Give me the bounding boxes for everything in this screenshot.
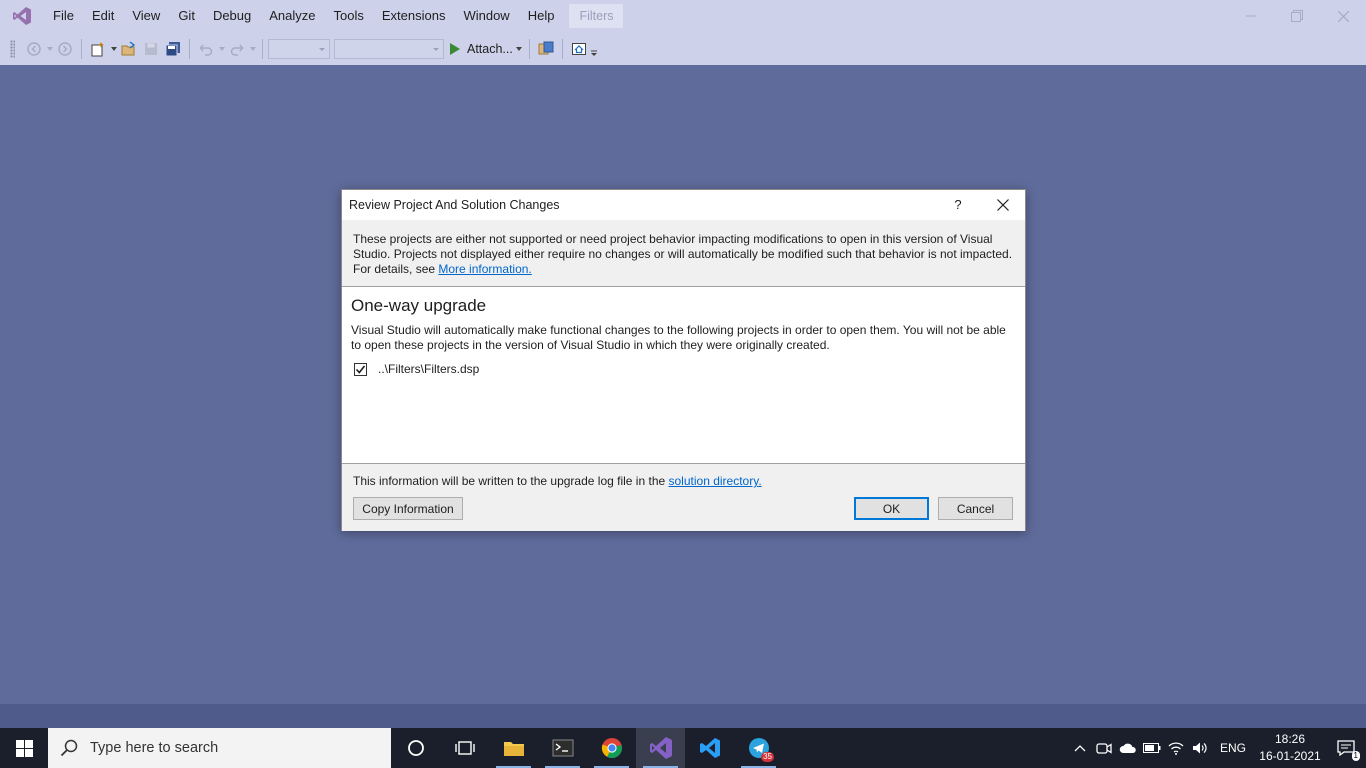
toolbar-separator xyxy=(561,38,563,59)
new-project-icon[interactable] xyxy=(87,38,109,60)
windows-taskbar: Type here to search 35 ENG 18:26 16-01-2… xyxy=(0,728,1366,768)
search-placeholder: Type here to search xyxy=(90,740,219,756)
toolbar-separator xyxy=(528,38,530,59)
dialog-close-button[interactable] xyxy=(992,194,1014,216)
menu-file[interactable]: File xyxy=(44,0,83,32)
onedrive-icon[interactable] xyxy=(1116,728,1140,768)
copy-information-button[interactable]: Copy Information xyxy=(353,497,463,520)
footer-note: This information will be written to the … xyxy=(353,474,762,488)
chrome-icon[interactable] xyxy=(587,728,636,768)
find-icon[interactable] xyxy=(535,38,557,60)
help-button[interactable]: ? xyxy=(948,194,968,216)
notification-count: 1 xyxy=(1351,751,1360,761)
intro-panel: These projects are either not supported … xyxy=(342,220,1025,287)
dialog-titlebar[interactable]: Review Project And Solution Changes ? xyxy=(342,190,1025,220)
visual-studio-logo-icon xyxy=(0,0,44,32)
cancel-button[interactable]: Cancel xyxy=(938,497,1013,520)
menu-view[interactable]: View xyxy=(123,0,169,32)
battery-icon[interactable] xyxy=(1140,728,1164,768)
new-project-dropdown-icon[interactable] xyxy=(109,38,118,60)
solution-configuration-dropdown[interactable] xyxy=(268,38,330,59)
home-icon[interactable] xyxy=(568,38,590,60)
menu-git[interactable]: Git xyxy=(169,0,204,32)
menu-help[interactable]: Help xyxy=(519,0,564,32)
start-button[interactable] xyxy=(0,728,48,768)
search-icon xyxy=(60,739,78,757)
redo-dropdown-icon[interactable] xyxy=(248,38,257,60)
solution-platform-dropdown[interactable] xyxy=(334,38,444,59)
clock-date: 16-01-2021 xyxy=(1259,749,1321,763)
taskbar-clock[interactable]: 18:26 16-01-2021 xyxy=(1254,731,1326,765)
show-hidden-icons-icon[interactable] xyxy=(1068,728,1092,768)
toolbar-options-icon[interactable] xyxy=(590,42,599,64)
dialog-footer: This information will be written to the … xyxy=(342,463,1025,531)
file-explorer-icon[interactable] xyxy=(489,728,538,768)
close-window-button[interactable] xyxy=(1320,0,1366,32)
toolbar-separator xyxy=(81,38,82,59)
redo-icon[interactable] xyxy=(226,38,248,60)
project-path: ..\Filters\Filters.dsp xyxy=(378,362,480,376)
action-center-button[interactable]: 1 xyxy=(1326,728,1366,768)
meet-now-icon[interactable] xyxy=(1092,728,1116,768)
menu-window[interactable]: Window xyxy=(454,0,518,32)
project-list-item: ..\Filters\Filters.dsp xyxy=(354,362,1016,376)
forward-icon[interactable] xyxy=(54,38,76,60)
menu-analyze[interactable]: Analyze xyxy=(260,0,324,32)
attach-dropdown-icon[interactable] xyxy=(515,38,524,60)
solution-name: Filters xyxy=(569,4,624,28)
toolbar-separator xyxy=(189,38,190,59)
windows-icon xyxy=(15,739,33,757)
taskbar-search-box[interactable]: Type here to search xyxy=(48,728,391,768)
open-icon[interactable] xyxy=(118,38,140,60)
toolbar-separator xyxy=(262,38,263,59)
standard-toolbar: Attach... xyxy=(0,32,1366,65)
upgrade-section: One-way upgrade Visual Studio will autom… xyxy=(342,287,1025,463)
menu-edit[interactable]: Edit xyxy=(83,0,123,32)
network-icon[interactable] xyxy=(1164,728,1188,768)
review-changes-dialog: Review Project And Solution Changes ? Th… xyxy=(341,189,1026,531)
toolbar-grip-icon[interactable] xyxy=(10,39,15,58)
undo-icon[interactable] xyxy=(195,38,217,60)
menu-extensions[interactable]: Extensions xyxy=(373,0,455,32)
more-information-link[interactable]: More information. xyxy=(438,262,531,276)
dialog-title: Review Project And Solution Changes xyxy=(349,198,560,212)
back-icon[interactable] xyxy=(23,38,45,60)
menu-tools[interactable]: Tools xyxy=(325,0,373,32)
terminal-icon[interactable] xyxy=(538,728,587,768)
undo-dropdown-icon[interactable] xyxy=(217,38,226,60)
save-all-icon[interactable] xyxy=(162,38,184,60)
telegram-badge: 35 xyxy=(761,752,774,762)
restore-button[interactable] xyxy=(1274,0,1320,32)
vscode-icon[interactable] xyxy=(685,728,734,768)
footer-text: This information will be written to the … xyxy=(353,474,669,488)
input-language[interactable]: ENG xyxy=(1212,741,1254,755)
telegram-icon[interactable]: 35 xyxy=(734,728,783,768)
minimize-button[interactable] xyxy=(1228,0,1274,32)
system-tray: ENG 18:26 16-01-2021 1 xyxy=(1068,728,1366,768)
back-dropdown-icon[interactable] xyxy=(45,38,54,60)
cortana-icon[interactable] xyxy=(391,728,440,768)
title-menu-bar: File Edit View Git Debug Analyze Tools E… xyxy=(0,0,1366,32)
visual-studio-icon[interactable] xyxy=(636,728,685,768)
clock-time: 18:26 xyxy=(1274,732,1306,746)
section-heading: One-way upgrade xyxy=(351,296,487,315)
task-view-icon[interactable] xyxy=(440,728,489,768)
section-description: Visual Studio will automatically make fu… xyxy=(351,323,1006,352)
save-icon[interactable] xyxy=(140,38,162,60)
close-icon xyxy=(997,199,1009,211)
solution-directory-link[interactable]: solution directory. xyxy=(669,474,762,488)
checkmark-icon xyxy=(355,365,366,374)
project-checkbox[interactable] xyxy=(354,362,367,376)
status-bar xyxy=(0,704,1366,728)
ok-button[interactable]: OK xyxy=(854,497,929,520)
start-icon[interactable] xyxy=(448,38,462,60)
volume-icon[interactable] xyxy=(1188,728,1212,768)
menu-debug[interactable]: Debug xyxy=(204,0,260,32)
attach-button[interactable]: Attach... xyxy=(467,42,513,56)
